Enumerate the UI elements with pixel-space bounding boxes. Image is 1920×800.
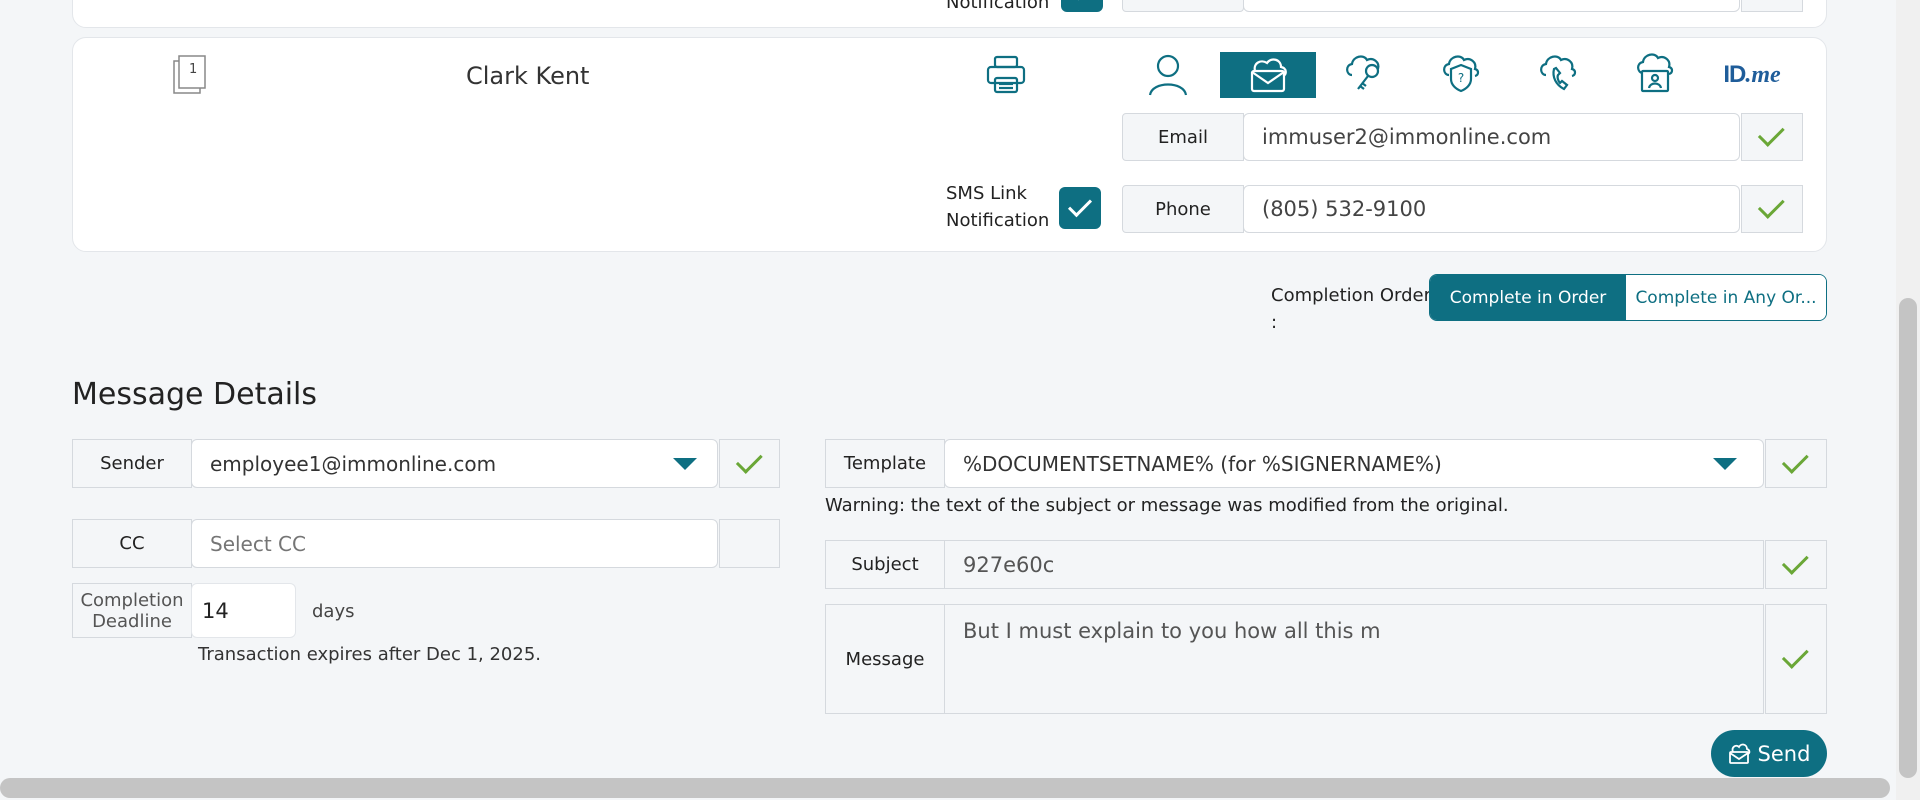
phone-ok — [1741, 185, 1803, 233]
chevron-down-icon — [1713, 457, 1737, 470]
vertical-scrollbar-thumb[interactable] — [1899, 298, 1917, 778]
email-label: Email — [1122, 113, 1244, 161]
template-select[interactable]: %DOCUMENTSETNAME% (for %SIGNERNAME%) — [944, 439, 1764, 488]
phone-label: Phone — [1122, 185, 1244, 233]
sender-select[interactable]: employee1@immonline.com — [191, 439, 718, 488]
subject-label: Subject — [825, 540, 945, 589]
send-button[interactable]: Send — [1711, 730, 1827, 777]
modified-warning: Warning: the text of the subject or mess… — [825, 495, 1509, 516]
check-icon — [1781, 642, 1809, 669]
completion-deadline-label: Completion Deadline — [72, 583, 192, 638]
sender-label: Sender — [72, 439, 192, 488]
cloud-phone-icon[interactable] — [1510, 50, 1606, 96]
document-stack-icon[interactable]: 1 — [173, 55, 207, 95]
notification-checkbox[interactable] — [1061, 0, 1103, 12]
cc-label: CC — [72, 519, 192, 568]
person-icon[interactable] — [1120, 52, 1216, 98]
message-label: Message — [825, 604, 945, 714]
complete-in-order-option[interactable]: Complete in Order — [1430, 275, 1626, 320]
deadline-days-input[interactable]: 14 — [191, 583, 296, 638]
idme-me: .me — [1745, 61, 1781, 88]
cc-ok — [719, 519, 780, 568]
signer-name: Clark Kent — [466, 62, 590, 90]
template-label: Template — [825, 439, 945, 488]
deadline-unit: days — [312, 601, 355, 622]
send-envelope-icon — [1728, 743, 1750, 764]
completion-order-toggle: Complete in Order Complete in Any Or... — [1429, 274, 1827, 321]
message-textarea[interactable]: But I must explain to you how all this m — [944, 604, 1764, 714]
subject-ok — [1765, 540, 1827, 589]
complete-in-any-order-option[interactable]: Complete in Any Or... — [1626, 275, 1826, 320]
sms-link-label-2: Notification — [946, 210, 1050, 231]
template-value: %DOCUMENTSETNAME% (for %SIGNERNAME%) — [963, 451, 1442, 476]
message-details-heading: Message Details — [72, 377, 318, 412]
sms-link-checkbox[interactable] — [1059, 187, 1101, 229]
cloud-question-shield-icon[interactable]: ? — [1413, 50, 1509, 96]
check-icon — [1781, 547, 1809, 575]
completion-deadline-label-1: Completion — [80, 589, 184, 611]
cloud-key-icon[interactable] — [1316, 50, 1412, 96]
printer-icon[interactable] — [958, 52, 1054, 98]
check-icon — [735, 446, 763, 474]
expiry-note: Transaction expires after Dec 1, 2025. — [198, 644, 541, 665]
subject-input[interactable]: 927e60c — [944, 540, 1764, 589]
template-ok — [1765, 439, 1827, 488]
chevron-down-icon — [673, 457, 697, 470]
idme-id: ID — [1723, 61, 1746, 88]
completion-order-label-2: : — [1271, 312, 1278, 333]
sender-ok — [719, 439, 780, 488]
horizontal-scrollbar-thumb[interactable] — [0, 778, 1890, 798]
send-label: Send — [1757, 741, 1811, 766]
svg-text:?: ? — [1458, 71, 1464, 85]
check-icon — [1757, 120, 1785, 147]
sender-value: employee1@immonline.com — [210, 451, 497, 476]
email-input[interactable]: immuser2@immonline.com — [1243, 113, 1740, 161]
phone-input[interactable]: (805) 532-9100 — [1243, 185, 1740, 233]
prev-field-label — [1122, 0, 1244, 12]
notification-label: Notification — [946, 0, 1050, 13]
prev-field-input[interactable] — [1243, 0, 1740, 12]
cloud-id-card-icon[interactable] — [1607, 50, 1703, 96]
cc-input[interactable] — [191, 519, 718, 568]
check-icon — [1757, 192, 1785, 219]
idme-logo[interactable]: ID .me — [1704, 52, 1800, 98]
prev-field-ok — [1741, 0, 1803, 12]
document-count: 1 — [189, 62, 198, 77]
completion-deadline-label-2: Deadline — [92, 610, 172, 632]
completion-order-label-1: Completion Order — [1271, 285, 1431, 306]
email-envelope-icon[interactable] — [1220, 52, 1316, 98]
email-ok — [1741, 113, 1803, 161]
sms-link-label-1: SMS Link — [946, 183, 1027, 204]
message-ok — [1765, 604, 1827, 714]
check-icon — [1781, 446, 1809, 474]
